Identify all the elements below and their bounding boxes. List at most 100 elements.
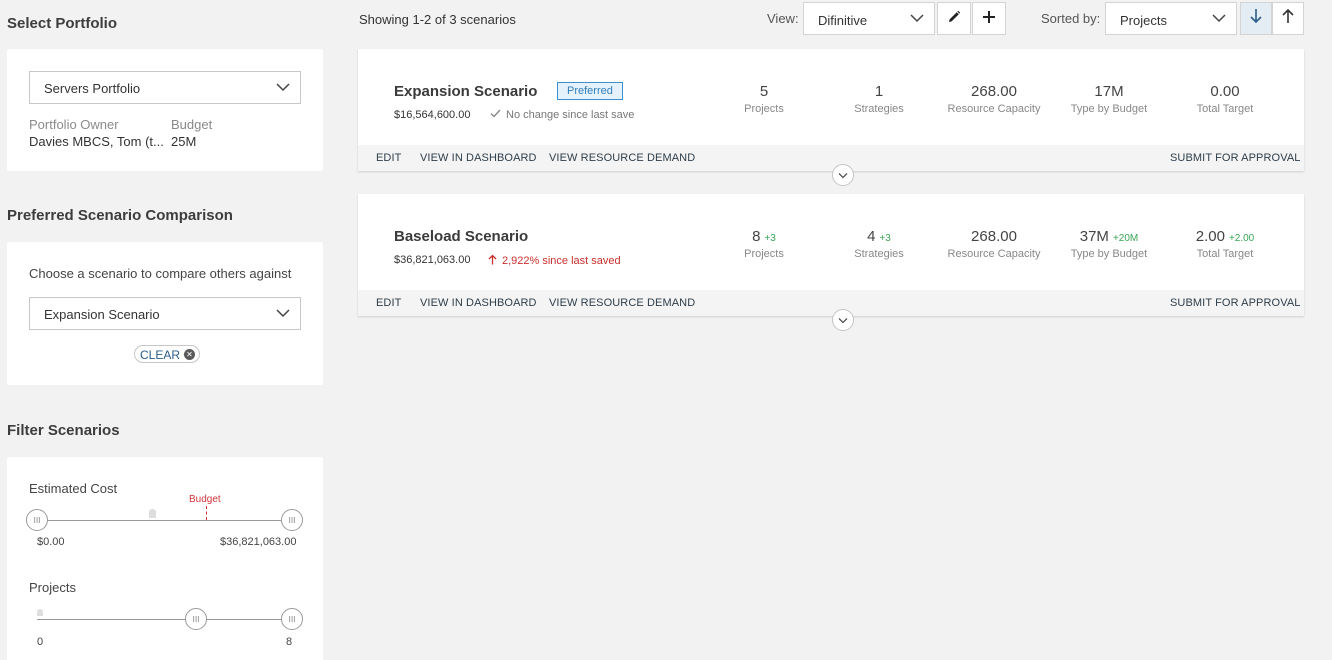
view-in-dashboard-link[interactable]: VIEW IN DASHBOARD: [420, 297, 537, 309]
estimated-cost-track[interactable]: [37, 520, 293, 521]
estimated-cost-min-handle[interactable]: III: [26, 509, 48, 531]
view-resource-demand-link[interactable]: VIEW RESOURCE DEMAND: [549, 297, 695, 309]
view-in-dashboard-link[interactable]: VIEW IN DASHBOARD: [420, 152, 537, 164]
chevron-down-icon: [276, 308, 290, 318]
checkmark-icon: [490, 109, 501, 121]
arrow-up-icon: [488, 254, 497, 268]
metric-delta: +3: [879, 233, 891, 244]
estimated-cost-max: $36,821,063.00: [220, 536, 297, 548]
metric-total-target: 0.00 Total Target: [1165, 83, 1285, 115]
metric-label: Projects: [744, 248, 784, 260]
scenario-status-text: 2,922% since last saved: [502, 255, 621, 267]
comparison-select-value: Expansion Scenario: [44, 307, 160, 322]
metric-delta: +20M: [1112, 233, 1139, 244]
scenario-status: 2,922% since last saved: [488, 254, 621, 268]
view-label: View:: [767, 11, 799, 26]
projects-min: 0: [37, 636, 44, 648]
metric-label: Strategies: [854, 248, 904, 260]
budget-value: 25M: [171, 134, 197, 149]
metric-type-by-budget: 37M +20M Type by Budget: [1049, 228, 1169, 260]
metric-value: 37M: [1079, 228, 1109, 245]
metric-value: 8: [752, 228, 761, 245]
submit-for-approval-link[interactable]: SUBMIT FOR APPROVAL: [1170, 152, 1300, 164]
scenario-cost: $16,564,600.00: [394, 109, 471, 121]
metric-label: Resource Capacity: [947, 248, 1041, 260]
scenario-name[interactable]: Baseload Scenario: [394, 228, 528, 245]
metric-projects: 8 +3 Projects: [704, 228, 824, 260]
clear-button[interactable]: CLEAR ✕: [134, 345, 201, 363]
sort-descending-button[interactable]: [1240, 2, 1272, 35]
projects-min-handle[interactable]: III: [185, 608, 207, 630]
metric-strategies: 1 Strategies: [819, 83, 939, 115]
sort-select-value: Projects: [1120, 13, 1167, 28]
chevron-down-icon: [1212, 13, 1226, 23]
edit-view-button[interactable]: [937, 2, 971, 35]
submit-for-approval-link[interactable]: SUBMIT FOR APPROVAL: [1170, 297, 1300, 309]
portfolio-select-value: Servers Portfolio: [44, 81, 141, 96]
metric-label: Total Target: [1196, 248, 1254, 260]
estimated-cost-max-handle[interactable]: III: [281, 509, 303, 531]
metric-value: 4: [867, 228, 876, 245]
projects-max: 8: [286, 636, 293, 648]
scenario-card: Baseload Scenario $36,821,063.00 2,922% …: [358, 194, 1304, 331]
preferred-badge: Preferred: [557, 82, 623, 100]
metric-label: Total Target: [1196, 103, 1254, 115]
sort-select[interactable]: Projects: [1105, 2, 1237, 35]
comparison-select[interactable]: Expansion Scenario: [29, 297, 301, 330]
metric-projects: 5 Projects: [704, 83, 824, 115]
metric-resource-capacity: 268.00 Resource Capacity: [934, 228, 1054, 260]
pencil-icon: [947, 8, 961, 29]
budget-marker-label: Budget: [189, 494, 221, 505]
comparison-prompt: Choose a scenario to compare others agai…: [29, 266, 292, 281]
results-count: Showing 1-2 of 3 scenarios: [359, 12, 516, 27]
expand-card-button[interactable]: [832, 309, 854, 331]
metric-label: Type by Budget: [1070, 248, 1148, 260]
expand-card-button[interactable]: [832, 164, 854, 186]
estimated-cost-min: $0.00: [37, 536, 65, 548]
select-portfolio-heading: Select Portfolio: [7, 15, 118, 32]
card-footer: EDIT VIEW IN DASHBOARD VIEW RESOURCE DEM…: [358, 290, 1304, 316]
chevron-down-icon: [838, 166, 848, 184]
plus-icon: [982, 8, 996, 29]
metric-label: Resource Capacity: [947, 103, 1041, 115]
view-select-value: Difinitive: [818, 13, 868, 28]
projects-filter-label: Projects: [29, 580, 76, 595]
scenario-status-text: No change since last save: [506, 109, 635, 121]
scenario-card: Expansion Scenario Preferred $16,564,600…: [358, 49, 1304, 186]
estimated-cost-label: Estimated Cost: [29, 481, 118, 496]
metric-total-target: 2.00 +2.00 Total Target: [1165, 228, 1285, 260]
chevron-down-icon: [276, 82, 290, 92]
edit-link[interactable]: EDIT: [376, 297, 401, 309]
filter-panel: Estimated Cost Budget III III $0.00 $36,…: [7, 457, 323, 660]
chevron-down-icon: [838, 311, 848, 329]
add-view-button[interactable]: [972, 2, 1006, 35]
portfolio-select[interactable]: Servers Portfolio: [29, 71, 301, 104]
metric-label: Strategies: [854, 103, 904, 115]
chevron-down-icon: [910, 13, 924, 23]
metric-delta: +2.00: [1228, 233, 1255, 244]
sorted-by-label: Sorted by:: [1041, 11, 1101, 26]
arrow-down-icon: [1249, 8, 1263, 29]
scenario-cost: $36,821,063.00: [394, 254, 471, 266]
budget-marker-line: [206, 506, 207, 520]
metric-value: 17M: [1094, 83, 1124, 100]
metric-value: 5: [759, 83, 769, 100]
view-select[interactable]: Difinitive: [803, 2, 935, 35]
view-resource-demand-link[interactable]: VIEW RESOURCE DEMAND: [549, 152, 695, 164]
metric-value: 268.00: [971, 228, 1017, 245]
close-icon: ✕: [184, 349, 196, 360]
portfolio-owner-value: Davies MBCS, Tom (t...: [29, 134, 164, 149]
arrow-up-icon: [1281, 8, 1295, 29]
metric-value: 268.00: [971, 83, 1017, 100]
projects-max-handle[interactable]: III: [281, 608, 303, 630]
budget-label: Budget: [171, 117, 213, 132]
card-footer: EDIT VIEW IN DASHBOARD VIEW RESOURCE DEM…: [358, 145, 1304, 171]
sort-ascending-button[interactable]: [1272, 2, 1304, 35]
metric-strategies: 4 +3 Strategies: [819, 228, 939, 260]
scenario-name[interactable]: Expansion Scenario: [394, 83, 537, 100]
metric-type-by-budget: 17M Type by Budget: [1049, 83, 1169, 115]
projects-track[interactable]: [37, 619, 293, 620]
scenario-status: No change since last save: [490, 109, 634, 121]
clear-label: CLEAR: [140, 347, 181, 362]
edit-link[interactable]: EDIT: [376, 152, 401, 164]
